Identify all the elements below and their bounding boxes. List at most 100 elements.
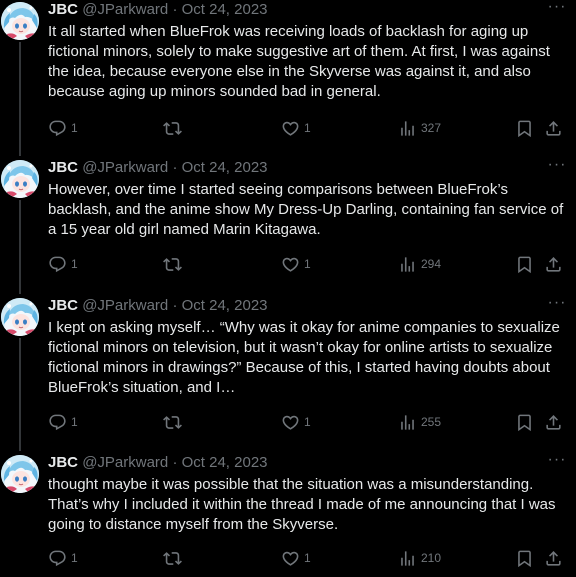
reply-button[interactable]: 1 [48, 254, 78, 274]
bookmark-icon [515, 413, 534, 432]
tweet-header: JBC @JParkward · Oct 24, 2023 [48, 158, 268, 178]
view-count: 327 [421, 121, 442, 135]
tweet-date[interactable]: Oct 24, 2023 [182, 1, 268, 18]
tweet-text: It all started when BlueFrok was receivi… [48, 23, 550, 100]
like-count: 1 [304, 415, 311, 429]
retweet-button[interactable] [163, 412, 186, 432]
separator-dot: · [172, 1, 178, 18]
more-options-icon[interactable]: ··· [546, 451, 568, 471]
reply-button[interactable]: 1 [48, 118, 78, 138]
bookmark-icon [515, 549, 534, 568]
heart-icon [281, 119, 300, 138]
bookmark-icon [515, 255, 534, 274]
view-count: 210 [421, 551, 442, 565]
reply-count: 1 [71, 121, 78, 135]
bookmark-button[interactable] [515, 118, 534, 138]
retweet-icon [163, 413, 182, 432]
tweet-text: I kept on asking myself… “Why was it oka… [48, 319, 560, 396]
separator-dot: · [172, 454, 178, 471]
share-icon [544, 549, 563, 568]
display-name[interactable]: JBC [48, 297, 78, 314]
separator-dot: · [172, 297, 178, 314]
views-chart-icon [398, 255, 417, 274]
retweet-button[interactable] [163, 254, 186, 274]
heart-icon [281, 549, 300, 568]
display-name[interactable]: JBC [48, 454, 78, 471]
retweet-icon [163, 549, 182, 568]
bookmark-icon [515, 119, 534, 138]
tweet-text: However, over time I started seeing comp… [48, 181, 564, 238]
heart-icon [281, 413, 300, 432]
more-options-icon[interactable]: ··· [546, 294, 568, 314]
tweet-text: thought maybe it was possible that the s… [48, 476, 556, 533]
share-icon [544, 255, 563, 274]
like-count: 1 [304, 257, 311, 271]
display-name[interactable]: JBC [48, 159, 78, 176]
tweet-actions: 1 1 210 [48, 548, 568, 568]
separator-dot: · [172, 159, 178, 176]
more-options-icon[interactable]: ··· [546, 0, 568, 18]
views-chart-icon [398, 413, 417, 432]
display-name[interactable]: JBC [48, 1, 78, 18]
tweet-header: JBC @JParkward · Oct 24, 2023 [48, 453, 268, 473]
tweet-date[interactable]: Oct 24, 2023 [182, 454, 268, 471]
views-button[interactable]: 294 [398, 254, 441, 274]
tweet[interactable]: JBC @JParkward · Oct 24, 2023 ··· I kept… [0, 294, 576, 438]
share-button[interactable] [544, 412, 563, 432]
views-button[interactable]: 327 [398, 118, 441, 138]
retweet-button[interactable] [163, 118, 186, 138]
avatar[interactable] [1, 160, 39, 198]
reply-count: 1 [71, 257, 78, 271]
views-chart-icon [398, 119, 417, 138]
tweet-date[interactable]: Oct 24, 2023 [182, 297, 268, 314]
view-count: 294 [421, 257, 442, 271]
more-options-icon[interactable]: ··· [546, 156, 568, 176]
share-button[interactable] [544, 254, 563, 274]
like-button[interactable]: 1 [281, 254, 311, 274]
tweet[interactable]: JBC @JParkward · Oct 24, 2023 ··· though… [0, 451, 576, 577]
tweet-actions: 1 1 294 [48, 254, 568, 274]
like-count: 1 [304, 121, 311, 135]
tweet-header: JBC @JParkward · Oct 24, 2023 [48, 0, 268, 20]
reply-button[interactable]: 1 [48, 548, 78, 568]
user-handle[interactable]: @JParkward [82, 297, 168, 314]
avatar[interactable] [1, 298, 39, 336]
reply-count: 1 [71, 415, 78, 429]
tweet-actions: 1 1 327 [48, 118, 568, 138]
reply-icon [48, 549, 67, 568]
reply-count: 1 [71, 551, 78, 565]
retweet-icon [163, 255, 182, 274]
like-button[interactable]: 1 [281, 548, 311, 568]
retweet-button[interactable] [163, 548, 186, 568]
bookmark-button[interactable] [515, 548, 534, 568]
share-button[interactable] [544, 548, 563, 568]
bookmark-button[interactable] [515, 254, 534, 274]
user-handle[interactable]: @JParkward [82, 454, 168, 471]
tweet-actions: 1 1 255 [48, 412, 568, 432]
like-button[interactable]: 1 [281, 412, 311, 432]
bookmark-button[interactable] [515, 412, 534, 432]
heart-icon [281, 255, 300, 274]
avatar[interactable] [1, 455, 39, 493]
like-count: 1 [304, 551, 311, 565]
reply-icon [48, 413, 67, 432]
avatar[interactable] [1, 2, 39, 40]
share-button[interactable] [544, 118, 563, 138]
tweet-header: JBC @JParkward · Oct 24, 2023 [48, 296, 268, 316]
reply-button[interactable]: 1 [48, 412, 78, 432]
retweet-icon [163, 119, 182, 138]
views-button[interactable]: 255 [398, 412, 441, 432]
share-icon [544, 413, 563, 432]
like-button[interactable]: 1 [281, 118, 311, 138]
user-handle[interactable]: @JParkward [82, 159, 168, 176]
views-button[interactable]: 210 [398, 548, 441, 568]
tweet-date[interactable]: Oct 24, 2023 [182, 159, 268, 176]
share-icon [544, 119, 563, 138]
tweet[interactable]: JBC @JParkward · Oct 24, 2023 ··· Howeve… [0, 156, 576, 280]
reply-icon [48, 255, 67, 274]
tweet[interactable]: JBC @JParkward · Oct 24, 2023 ··· It all… [0, 0, 576, 142]
user-handle[interactable]: @JParkward [82, 1, 168, 18]
view-count: 255 [421, 415, 442, 429]
reply-icon [48, 119, 67, 138]
views-chart-icon [398, 549, 417, 568]
